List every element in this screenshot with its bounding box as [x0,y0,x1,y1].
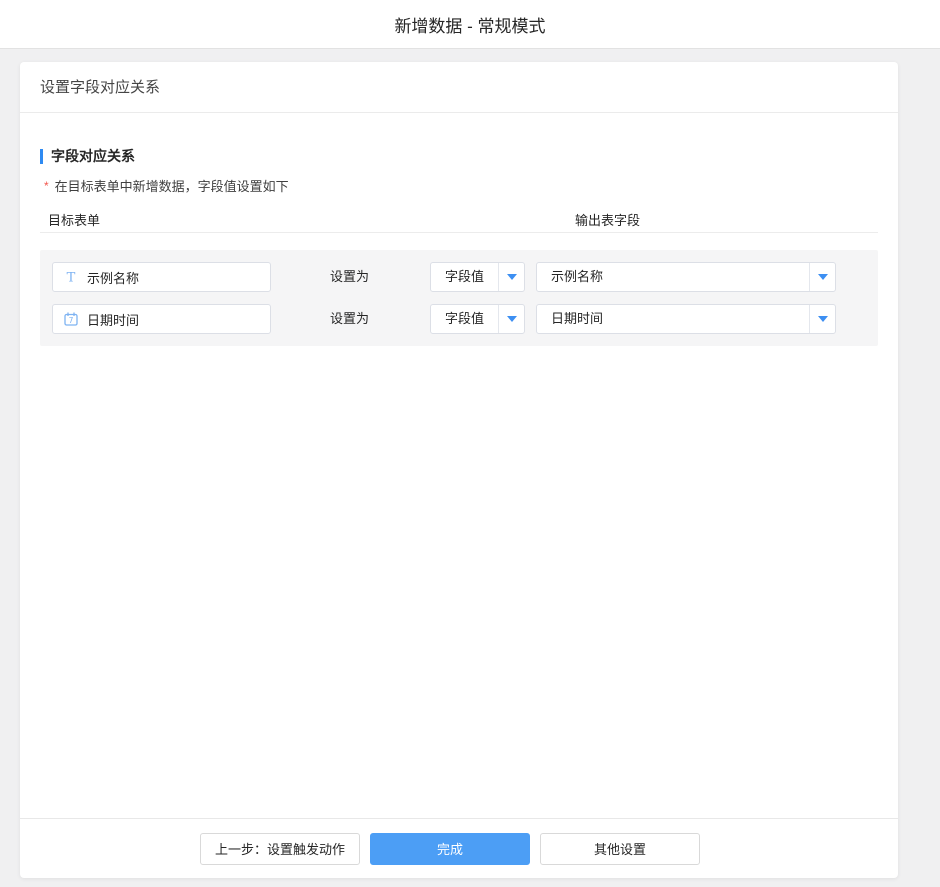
output-field-select[interactable]: 示例名称 [536,262,836,292]
dialog-title-bar: 新增数据 - 常规模式 [0,0,940,49]
svg-text:7: 7 [69,316,74,325]
svg-text:T: T [67,271,76,286]
target-field-label: 日期时间 [87,310,139,329]
target-field-box[interactable]: T 示例名称 [52,262,271,292]
value-type-selected: 字段值 [431,305,498,333]
required-asterisk: * [44,179,49,193]
section-title: 字段对应关系 [40,146,878,166]
dropdown-arrow-icon [818,316,828,322]
mapping-row: T 示例名称 设置为 字段值 示例名称 [40,262,878,292]
columns-header-row: 目标表单 输出表字段 [40,210,878,233]
mapping-row: 7 日期时间 设置为 字段值 日期时间 [40,304,878,334]
relation-label: 设置为 [330,262,369,292]
column-output-fields: 输出表字段 [575,210,640,229]
output-field-select[interactable]: 日期时间 [536,304,836,334]
value-type-select[interactable]: 字段值 [430,304,525,334]
dropdown-arrow-icon [507,274,517,280]
page-title: 新增数据 - 常规模式 [394,12,545,37]
hint-text: 在目标表单中新增数据，字段值设置如下 [55,179,289,194]
card-header-title: 设置字段对应关系 [20,62,898,113]
value-type-arrow-segment[interactable] [498,263,524,291]
card-body: 字段对应关系 * 在目标表单中新增数据，字段值设置如下 目标表单 输出表字段 T … [20,113,898,346]
output-field-selected: 示例名称 [537,263,809,291]
value-type-selected: 字段值 [431,263,498,291]
output-field-arrow-segment[interactable] [809,263,835,291]
section-title-label: 字段对应关系 [51,146,135,166]
calendar-icon: 7 [63,311,79,327]
output-field-selected: 日期时间 [537,305,809,333]
hint-line: * 在目标表单中新增数据，字段值设置如下 [40,176,878,195]
dropdown-arrow-icon [507,316,517,322]
value-type-arrow-segment[interactable] [498,305,524,333]
footer-button-group: 上一步：设置触发动作 完成 其他设置 [200,833,700,865]
dropdown-arrow-icon [818,274,828,280]
other-settings-button[interactable]: 其他设置 [540,833,700,865]
target-field-box[interactable]: 7 日期时间 [52,304,271,334]
field-mapping-card: 设置字段对应关系 字段对应关系 * 在目标表单中新增数据，字段值设置如下 目标表单… [20,62,898,878]
finish-button[interactable]: 完成 [370,833,530,865]
text-field-icon: T [63,269,79,285]
target-field-label: 示例名称 [87,268,139,287]
card-footer: 上一步：设置触发动作 完成 其他设置 [20,818,898,878]
relation-label: 设置为 [330,304,369,334]
value-type-select[interactable]: 字段值 [430,262,525,292]
previous-step-button[interactable]: 上一步：设置触发动作 [200,833,360,865]
output-field-arrow-segment[interactable] [809,305,835,333]
mapping-rows-container: T 示例名称 设置为 字段值 示例名称 [40,250,878,346]
section-accent-bar [40,149,43,164]
column-target-form: 目标表单 [48,210,100,229]
